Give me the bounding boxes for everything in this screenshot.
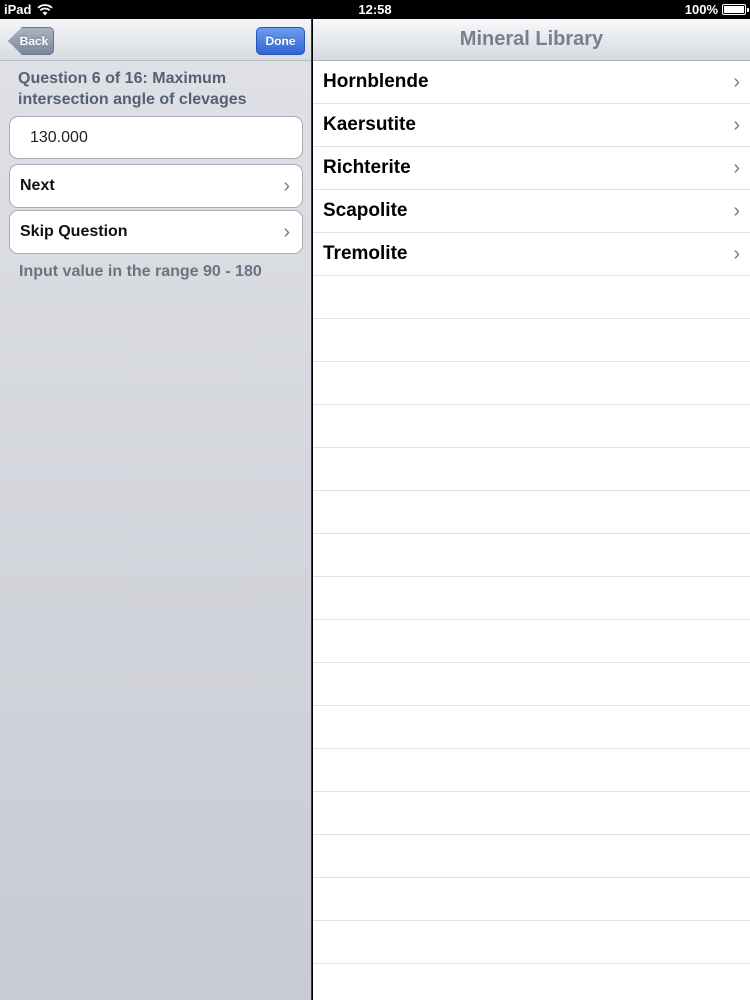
question-text: Question 6 of 16: Maximum intersection a… <box>18 70 247 108</box>
value-input-card <box>9 116 303 159</box>
chevron-right-icon: › <box>733 156 740 179</box>
status-right: 100% <box>684 2 749 17</box>
list-item-label: Tremolite <box>323 243 408 264</box>
empty-row <box>313 663 750 706</box>
next-button[interactable]: Next › <box>9 164 303 208</box>
list-item-label: Richterite <box>323 157 411 178</box>
empty-row <box>313 362 750 405</box>
empty-row <box>313 534 750 577</box>
chevron-right-icon: › <box>283 220 290 243</box>
empty-row <box>313 706 750 749</box>
done-button[interactable]: Done <box>256 27 305 55</box>
list-item-hornblende[interactable]: Hornblende › <box>313 61 750 104</box>
empty-row <box>313 878 750 921</box>
chevron-right-icon: › <box>733 242 740 265</box>
list-item-scapolite[interactable]: Scapolite › <box>313 190 750 233</box>
list-item-kaersutite[interactable]: Kaersutite › <box>313 104 750 147</box>
left-nav-bar: Back Done <box>0 19 311 61</box>
status-bar: iPad 12:58 100% <box>0 0 750 19</box>
battery-percent: 100% <box>684 2 718 17</box>
battery-icon <box>722 4 749 15</box>
empty-row <box>313 577 750 620</box>
next-label: Next <box>20 177 55 194</box>
right-nav-bar: Mineral Library <box>313 19 750 61</box>
skip-label: Skip Question <box>20 223 128 240</box>
mineral-list: Hornblende › Kaersutite › Richterite › S… <box>313 61 750 964</box>
mineral-library-pane: Mineral Library Hornblende › Kaersutite … <box>313 19 750 1000</box>
empty-row <box>313 749 750 792</box>
empty-row <box>313 792 750 835</box>
list-item-richterite[interactable]: Richterite › <box>313 147 750 190</box>
empty-row <box>313 620 750 663</box>
range-hint: Input value in the range 90 - 180 <box>19 263 262 280</box>
list-item-tremolite[interactable]: Tremolite › <box>313 233 750 276</box>
page-title: Mineral Library <box>459 28 604 50</box>
back-button[interactable]: Back <box>8 27 54 55</box>
empty-row <box>313 319 750 362</box>
value-input[interactable] <box>10 117 302 158</box>
empty-row <box>313 448 750 491</box>
chevron-right-icon: › <box>733 199 740 222</box>
empty-row <box>313 405 750 448</box>
empty-row <box>313 921 750 964</box>
empty-row <box>313 491 750 534</box>
empty-row <box>313 835 750 878</box>
question-pane: Back Done Question 6 of 16: Maximum inte… <box>0 19 312 1000</box>
list-item-label: Hornblende <box>323 71 429 92</box>
list-item-label: Scapolite <box>323 200 408 221</box>
chevron-right-icon: › <box>733 113 740 136</box>
empty-row <box>313 276 750 319</box>
chevron-right-icon: › <box>283 174 290 197</box>
status-time: 12:58 <box>358 2 392 17</box>
skip-question-button[interactable]: Skip Question › <box>9 210 303 254</box>
chevron-right-icon: › <box>733 70 740 93</box>
list-item-label: Kaersutite <box>323 114 416 135</box>
